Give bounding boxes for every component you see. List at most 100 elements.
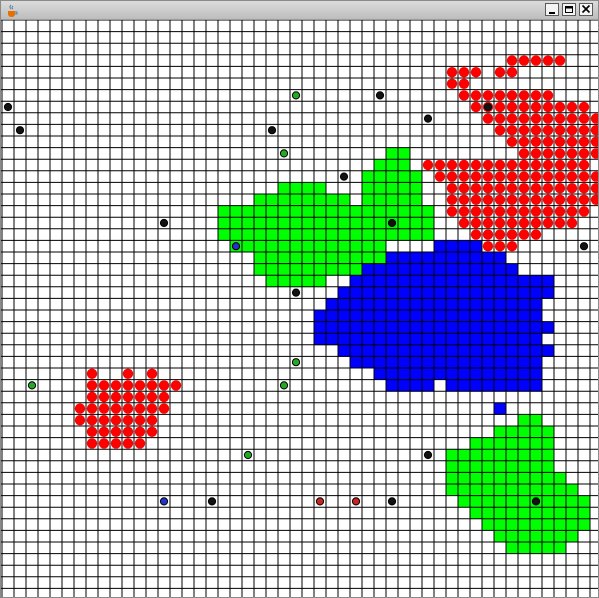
red-agent-dot	[542, 113, 554, 124]
red-agent-dot	[146, 380, 158, 391]
red-agent-dot	[494, 183, 506, 194]
red-agent-dot	[482, 194, 494, 205]
red-agent-dot	[506, 206, 518, 217]
red-agent-dot	[86, 426, 98, 437]
red-agent-dot	[530, 125, 542, 136]
red-agent-dot	[506, 55, 518, 66]
red-agent-dot	[86, 380, 98, 391]
red-agent-dot	[554, 101, 566, 113]
red-agent-dot	[98, 438, 110, 449]
red-agent-dot	[458, 206, 470, 217]
red-agent-dot	[554, 113, 566, 124]
green-region-cell	[446, 460, 554, 473]
red-agent-dot	[554, 171, 566, 182]
red-agent-dot	[122, 426, 134, 437]
blue-region-cell	[314, 333, 542, 346]
title-bar[interactable]	[1, 1, 598, 20]
green-region-cell	[470, 437, 554, 450]
red-agent-dot	[122, 415, 134, 426]
marker-black	[375, 91, 385, 100]
red-agent-dot	[134, 415, 146, 426]
red-agent-dot	[110, 426, 122, 437]
red-agent-dot	[554, 55, 566, 66]
marker-black	[267, 126, 277, 135]
green-region-cell	[230, 240, 386, 253]
simulation-grid[interactable]	[1, 20, 598, 597]
red-agent-dot	[458, 194, 470, 205]
red-agent-dot	[518, 55, 530, 66]
red-agent-dot	[470, 183, 482, 194]
red-agent-dot	[530, 194, 542, 205]
red-agent-dot	[506, 241, 518, 252]
red-agent-dot	[554, 136, 566, 147]
red-agent-dot	[458, 90, 470, 101]
red-agent-dot	[494, 171, 506, 182]
red-agent-dot	[518, 183, 530, 194]
green-region-cell	[494, 426, 554, 438]
red-agent-dot	[542, 90, 554, 101]
maximize-button[interactable]	[562, 3, 576, 16]
red-agent-dot	[542, 148, 554, 159]
red-agent-dot	[470, 229, 482, 240]
marker-green	[291, 91, 301, 100]
red-agent-dot	[542, 136, 554, 147]
red-agent-dot	[446, 171, 458, 182]
red-agent-dot	[446, 159, 458, 171]
green-region-cell	[374, 159, 410, 172]
red-agent-dot	[122, 368, 134, 379]
marker-black	[291, 288, 301, 297]
red-agent-dot	[518, 148, 530, 159]
red-agent-dot	[482, 113, 494, 124]
red-agent-dot	[506, 125, 518, 136]
red-agent-dot	[446, 206, 458, 217]
red-agent-dot	[446, 194, 458, 205]
green-region-cell	[362, 182, 422, 195]
red-agent-dot	[578, 171, 590, 182]
red-agent-dot	[518, 206, 530, 217]
red-agent-dot	[146, 426, 158, 437]
red-agent-dot	[578, 125, 590, 136]
maximize-icon	[565, 6, 573, 13]
red-agent-dot	[110, 391, 122, 403]
red-agent-dot	[506, 194, 518, 205]
red-agent-dot	[470, 159, 482, 171]
red-agent-dot	[494, 90, 506, 101]
red-agent-dot	[470, 206, 482, 217]
red-agent-dot	[494, 159, 506, 171]
red-agent-dot	[566, 183, 578, 194]
red-agent-dot	[134, 438, 146, 449]
red-agent-dot	[554, 183, 566, 194]
red-agent-dot	[518, 113, 530, 124]
red-agent-dot	[542, 171, 554, 182]
red-agent-dot	[518, 101, 530, 113]
red-agent-dot	[122, 380, 134, 391]
minimize-button[interactable]	[545, 3, 559, 16]
red-agent-dot	[482, 183, 494, 194]
red-agent-dot	[542, 194, 554, 205]
red-agent-dot	[542, 159, 554, 171]
red-agent-dot	[506, 183, 518, 194]
red-agent-dot	[566, 194, 578, 205]
green-region-cell	[446, 484, 578, 496]
red-agent-dot	[542, 101, 554, 113]
blue-region-cell	[350, 275, 554, 288]
red-agent-dot	[446, 183, 458, 194]
red-agent-dot	[482, 229, 494, 240]
red-agent-dot	[482, 217, 494, 229]
green-region-cell	[254, 252, 386, 264]
green-region-cell	[446, 449, 554, 462]
red-agent-dot	[542, 183, 554, 194]
red-agent-dot	[506, 113, 518, 124]
red-agent-dot	[518, 171, 530, 182]
red-agent-dot	[122, 438, 134, 449]
close-icon	[581, 4, 591, 14]
red-agent-dot	[530, 217, 542, 229]
red-agent-dot	[482, 90, 494, 101]
red-agent-dot	[446, 67, 458, 78]
red-agent-dot	[566, 206, 578, 217]
close-button[interactable]	[579, 3, 593, 16]
red-agent-dot	[146, 403, 158, 414]
red-agent-dot	[458, 67, 470, 78]
red-agent-dot	[530, 113, 542, 124]
red-agent-dot	[506, 136, 518, 147]
